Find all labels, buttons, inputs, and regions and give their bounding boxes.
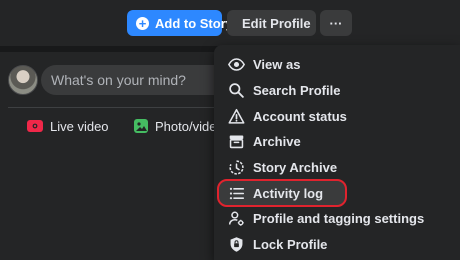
add-to-story-button[interactable]: + Add to Story <box>127 10 233 36</box>
edit-profile-label: Edit Profile <box>242 15 311 31</box>
divider <box>8 107 214 108</box>
profile-header-bar: + Add to Story Edit Profile ··· <box>0 0 460 46</box>
menu-item-activity-log[interactable]: Activity log <box>217 179 347 208</box>
menu-item-label: Search Profile <box>253 83 341 99</box>
menu-item-story-archive[interactable]: Story Archive <box>218 155 456 181</box>
shield-lock-icon <box>230 237 243 252</box>
profile-options-menu: View as Search Profile Account status Ar… <box>214 45 460 260</box>
menu-item-label: Account status <box>253 108 347 124</box>
add-to-story-label: Add to Story <box>155 15 233 31</box>
menu-item-label: View as <box>253 57 301 73</box>
history-icon <box>229 160 244 175</box>
avatar[interactable] <box>8 65 38 95</box>
plus-circle-icon: + <box>136 16 149 30</box>
live-video-icon <box>27 120 43 132</box>
menu-item-label: Profile and tagging settings <box>253 211 425 227</box>
profile-settings-icon <box>228 211 244 227</box>
photo-icon <box>134 119 148 133</box>
menu-item-lock-profile[interactable]: Lock Profile <box>218 232 456 258</box>
status-input[interactable]: What's on your mind? <box>41 65 241 95</box>
post-composer: What's on your mind? Live video Photo/vi… <box>0 52 241 260</box>
menu-item-archive[interactable]: Archive <box>218 129 456 155</box>
menu-item-label: Story Archive <box>253 160 338 176</box>
warning-icon <box>228 108 245 124</box>
menu-item-account-status[interactable]: Account status <box>218 103 456 129</box>
photo-video-button[interactable]: Photo/video <box>133 114 224 138</box>
archive-icon <box>229 135 244 149</box>
more-icon: ··· <box>329 15 343 31</box>
eye-icon <box>228 58 245 72</box>
live-video-button[interactable]: Live video <box>26 114 109 138</box>
menu-item-search-profile[interactable]: Search Profile <box>218 78 456 104</box>
search-icon <box>229 83 244 98</box>
live-video-label: Live video <box>50 118 109 134</box>
edit-profile-button[interactable]: Edit Profile <box>227 10 316 36</box>
list-icon <box>229 187 245 200</box>
menu-item-label: Archive <box>253 134 301 150</box>
menu-item-label: Lock Profile <box>253 237 328 253</box>
more-options-button[interactable]: ··· <box>320 10 352 36</box>
menu-item-view-as[interactable]: View as <box>218 52 456 78</box>
menu-item-label: Activity log <box>253 185 324 201</box>
menu-item-profile-tagging-settings[interactable]: Profile and tagging settings <box>218 206 456 232</box>
